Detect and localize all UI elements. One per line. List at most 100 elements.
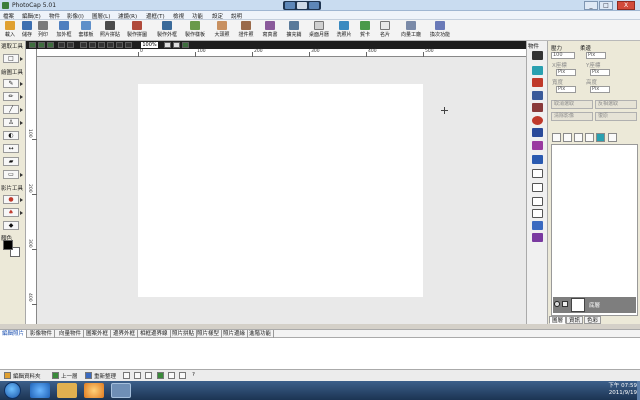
fit-screen-icon[interactable]: [29, 42, 36, 48]
shapes-icon[interactable]: [532, 221, 543, 230]
undo-button[interactable]: 復原: [595, 112, 637, 121]
edit-lock-icon[interactable]: [562, 301, 568, 307]
rotate-left-icon[interactable]: [107, 42, 114, 48]
clone-stamp-tool[interactable]: ♙: [3, 118, 23, 127]
batch-function-button[interactable]: 換次功能: [427, 21, 453, 40]
sharpen-tool[interactable]: ◆: [3, 221, 19, 230]
select-all-icon[interactable]: [168, 372, 175, 379]
scene-object-icon[interactable]: [532, 128, 543, 137]
hand-icon[interactable]: [173, 42, 180, 48]
menu-view[interactable]: 檢視: [173, 12, 184, 20]
view-width-icon[interactable]: [89, 42, 96, 48]
tab-color[interactable]: 色彩: [584, 316, 602, 324]
tab-border-frame[interactable]: 邊界外框: [111, 330, 139, 338]
zoom-out-icon[interactable]: [67, 42, 74, 48]
layer-properties-icon[interactable]: [608, 133, 617, 142]
layer-down-icon[interactable]: [585, 133, 594, 142]
effect-object-icon[interactable]: [532, 103, 543, 112]
expand-arrow-icon[interactable]: [20, 198, 23, 202]
eyedropper-tool[interactable]: ╱: [3, 105, 23, 114]
speech-bubble-icon[interactable]: [532, 169, 543, 178]
make-frame-button[interactable]: 製作外框: [155, 21, 179, 40]
clear-image-button[interactable]: 清除影像: [551, 112, 593, 121]
start-button[interactable]: [4, 382, 21, 399]
view-full-icon[interactable]: [80, 42, 87, 48]
make-template-button[interactable]: 製作樣板: [183, 21, 207, 40]
tab-photo-collage[interactable]: 照片拼貼: [170, 330, 198, 338]
expand-arrow-icon[interactable]: [20, 82, 23, 86]
expand-arrow-icon[interactable]: [20, 95, 23, 99]
text-object-icon[interactable]: [532, 51, 543, 60]
print-photo-button[interactable]: 洗照片: [334, 21, 354, 40]
photocap-taskbar-icon[interactable]: [111, 383, 131, 398]
frame-object-icon[interactable]: [532, 78, 543, 87]
expand-arrow-icon[interactable]: [20, 121, 23, 125]
menu-help[interactable]: 說明: [231, 12, 242, 20]
ie-browser-icon[interactable]: [30, 383, 50, 398]
rect-select-tool[interactable]: □: [3, 54, 23, 63]
menu-settings[interactable]: 設定: [212, 12, 223, 20]
picture-object-icon[interactable]: [532, 91, 543, 100]
tab-layers[interactable]: 圖層: [549, 316, 567, 324]
widget-right-icon[interactable]: [309, 2, 319, 9]
apply-template-button[interactable]: 套樣板: [76, 21, 96, 40]
deselect-icon[interactable]: [179, 372, 186, 379]
paint-bucket-tool[interactable]: ◐: [3, 131, 19, 140]
arrow-shape-icon[interactable]: [532, 197, 543, 206]
y-input[interactable]: Pix: [590, 69, 610, 76]
save-button[interactable]: 儲存: [19, 21, 35, 40]
add-icon[interactable]: [182, 42, 189, 48]
menu-file[interactable]: 檔案: [3, 12, 14, 20]
maximize-button[interactable]: □: [599, 1, 613, 10]
menu-image[interactable]: 影像(I): [67, 12, 84, 20]
system-clock[interactable]: 下午 07:59 2011/9/19: [608, 383, 637, 397]
shape-tool[interactable]: ▭: [3, 170, 23, 179]
headshot-button[interactable]: 大頭照: [212, 21, 232, 40]
title-widget[interactable]: [283, 1, 321, 10]
rotate-right-icon[interactable]: [116, 42, 123, 48]
height-input[interactable]: Pix: [590, 86, 610, 93]
pointer-icon[interactable]: [164, 42, 171, 48]
help-link[interactable]: ?: [192, 372, 195, 378]
add-frame-button[interactable]: 加外框: [54, 21, 74, 40]
edit-folder-link[interactable]: 編輯資料夾: [13, 372, 41, 380]
make-puzzle-button[interactable]: 製作拼圖: [125, 21, 149, 40]
clock-object-icon[interactable]: [532, 116, 543, 125]
invert-selection-button[interactable]: 反相選取: [595, 100, 637, 109]
view-list-icon[interactable]: [134, 372, 141, 379]
actual-size-icon[interactable]: [38, 42, 45, 48]
foreground-color-swatch[interactable]: [3, 240, 13, 250]
move-tool[interactable]: ↔: [3, 144, 19, 153]
photo-book-button[interactable]: 寫真書: [260, 21, 280, 40]
delete-layer-icon[interactable]: [563, 133, 572, 142]
desktop-calendar-button[interactable]: 桌面月曆: [306, 21, 332, 40]
flip-icon[interactable]: [125, 42, 132, 48]
width-input[interactable]: Pix: [556, 86, 576, 93]
visibility-eye-icon[interactable]: [554, 301, 560, 307]
opacity-input[interactable]: 100: [551, 52, 575, 59]
greeting-card-button[interactable]: 賀卡: [357, 21, 373, 40]
photo-collage-button[interactable]: 照片拼貼: [98, 21, 122, 40]
expand-arrow-icon[interactable]: [20, 57, 23, 61]
image-object-icon[interactable]: [532, 66, 543, 75]
x-input[interactable]: Pix: [556, 69, 576, 76]
red-eye-tool[interactable]: ●: [3, 195, 23, 204]
tab-edit-photo[interactable]: 編輯照片: [0, 330, 28, 338]
zoom-in-icon[interactable]: [58, 42, 65, 48]
workspace[interactable]: [37, 57, 526, 324]
minimize-button[interactable]: _: [584, 1, 598, 10]
menu-function[interactable]: 功能: [192, 12, 203, 20]
folder-icon[interactable]: [4, 372, 11, 379]
refresh-link[interactable]: 重新整理: [94, 372, 116, 380]
layer-row-background[interactable]: 底層: [553, 297, 636, 313]
layer-image-icon[interactable]: [596, 133, 605, 142]
layer-up-icon[interactable]: [574, 133, 583, 142]
id-photo-button[interactable]: 證件照: [236, 21, 256, 40]
tab-photo-edge[interactable]: 照片邊緣: [221, 330, 249, 338]
arrows-icon[interactable]: [532, 183, 543, 192]
refresh-icon[interactable]: [85, 372, 92, 379]
tab-advanced[interactable]: 進階功能: [247, 330, 275, 338]
load-button[interactable]: 載入: [2, 21, 18, 40]
new-layer-icon[interactable]: [552, 133, 561, 142]
expand-arrow-icon[interactable]: [20, 211, 23, 215]
